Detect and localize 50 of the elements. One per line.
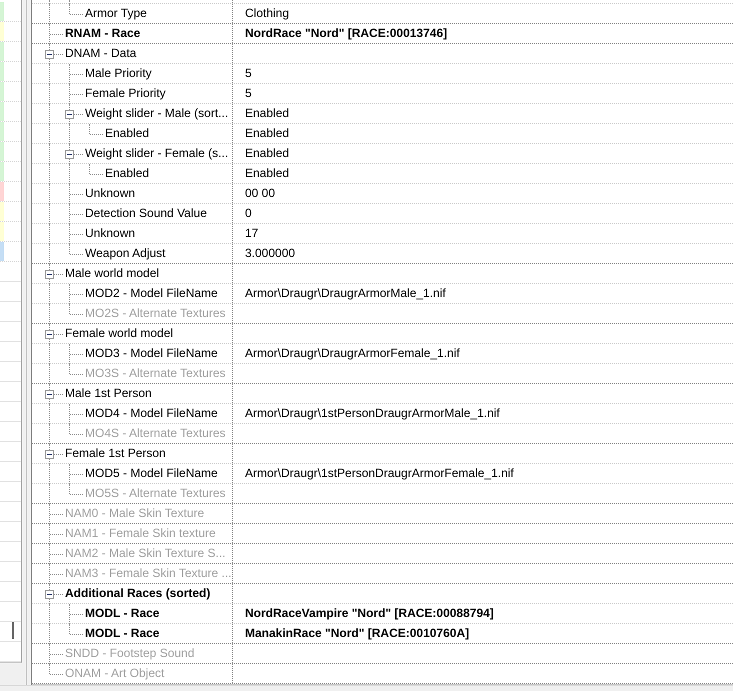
tree-item-label[interactable]: DNAM - Data — [65, 44, 136, 63]
tree-item-label[interactable]: Enabled — [105, 124, 150, 143]
tree-item-label[interactable]: MOD4 - Model FileName — [85, 404, 218, 423]
collapse-icon[interactable] — [45, 590, 54, 598]
tree-item-label[interactable]: MOD2 - Model FileName — [85, 284, 218, 303]
field-value: Clothing — [245, 6, 290, 20]
tree-item-label[interactable]: MOD3 - Model FileName — [85, 344, 218, 363]
tree-item-label[interactable]: Unknown — [85, 184, 136, 203]
field-value: Armor\Draugr\1stPersonDraugrArmorMale_1.nif — [245, 406, 500, 420]
field-value: 0 — [245, 206, 252, 220]
collapse-icon[interactable] — [65, 150, 74, 158]
field-value: Enabled — [245, 106, 290, 120]
field-value: 3.000000 — [245, 246, 296, 260]
tree-item-label[interactable]: Additional Races (sorted) — [65, 584, 210, 603]
field-value: 5 — [245, 86, 252, 100]
field-value: NordRace "Nord" [RACE:00013746] — [245, 26, 448, 40]
collapse-icon[interactable] — [65, 110, 74, 118]
tree-item-label[interactable]: Detection Sound Value — [85, 204, 207, 223]
tree-item-label[interactable]: Female 1st Person — [65, 444, 166, 463]
tree-item-label[interactable]: MODL - Race — [85, 624, 160, 643]
collapse-icon[interactable] — [45, 50, 54, 58]
field-value: 17 — [245, 226, 258, 240]
tree-item-label[interactable]: RNAM - Race — [65, 24, 140, 43]
tree-item-label[interactable]: Male Priority — [85, 64, 152, 83]
tree-item-label[interactable]: Female Priority — [85, 84, 166, 103]
field-value: Enabled — [245, 126, 290, 140]
field-value: ManakinRace "Nord" [RACE:0010760A] — [245, 626, 470, 640]
collapse-icon[interactable] — [45, 330, 54, 338]
field-value: Enabled — [245, 166, 290, 180]
tree-item-label[interactable]: MODL - Race — [85, 604, 160, 623]
tree-item-label[interactable]: Weight slider - Female (s... — [85, 144, 228, 163]
field-value: 00 00 — [245, 186, 276, 200]
tree-item-label[interactable]: Weight slider - Male (sort... — [85, 104, 228, 123]
tree-item-label[interactable]: Enabled — [105, 164, 150, 183]
tree-item-label[interactable]: Male world model — [65, 264, 160, 283]
field-value: 5 — [245, 66, 252, 80]
tree-item-label[interactable]: MOD5 - Model FileName — [85, 464, 218, 483]
field-value: NordRaceVampire "Nord" [RACE:00088794] — [245, 606, 494, 620]
tree-item-label[interactable]: Unknown — [85, 224, 136, 243]
collapse-icon[interactable] — [45, 270, 54, 278]
collapse-icon[interactable] — [45, 450, 54, 458]
field-value: Armor\Draugr\1stPersonDraugrArmorFemale_1.nif — [245, 466, 514, 480]
collapse-icon[interactable] — [45, 390, 54, 398]
field-value: Enabled — [245, 146, 290, 160]
tree-item-label[interactable]: Male 1st Person — [65, 384, 152, 403]
field-value: Armor\Draugr\DraugrArmorMale_1.nif — [245, 286, 446, 300]
tree-item-label[interactable]: Weapon Adjust — [85, 244, 166, 263]
tree-item-label[interactable]: Female world model — [65, 324, 174, 343]
field-value: Armor\Draugr\DraugrArmorFemale_1.nif — [245, 346, 460, 360]
tree-item-label[interactable]: Armor Type — [85, 4, 147, 23]
